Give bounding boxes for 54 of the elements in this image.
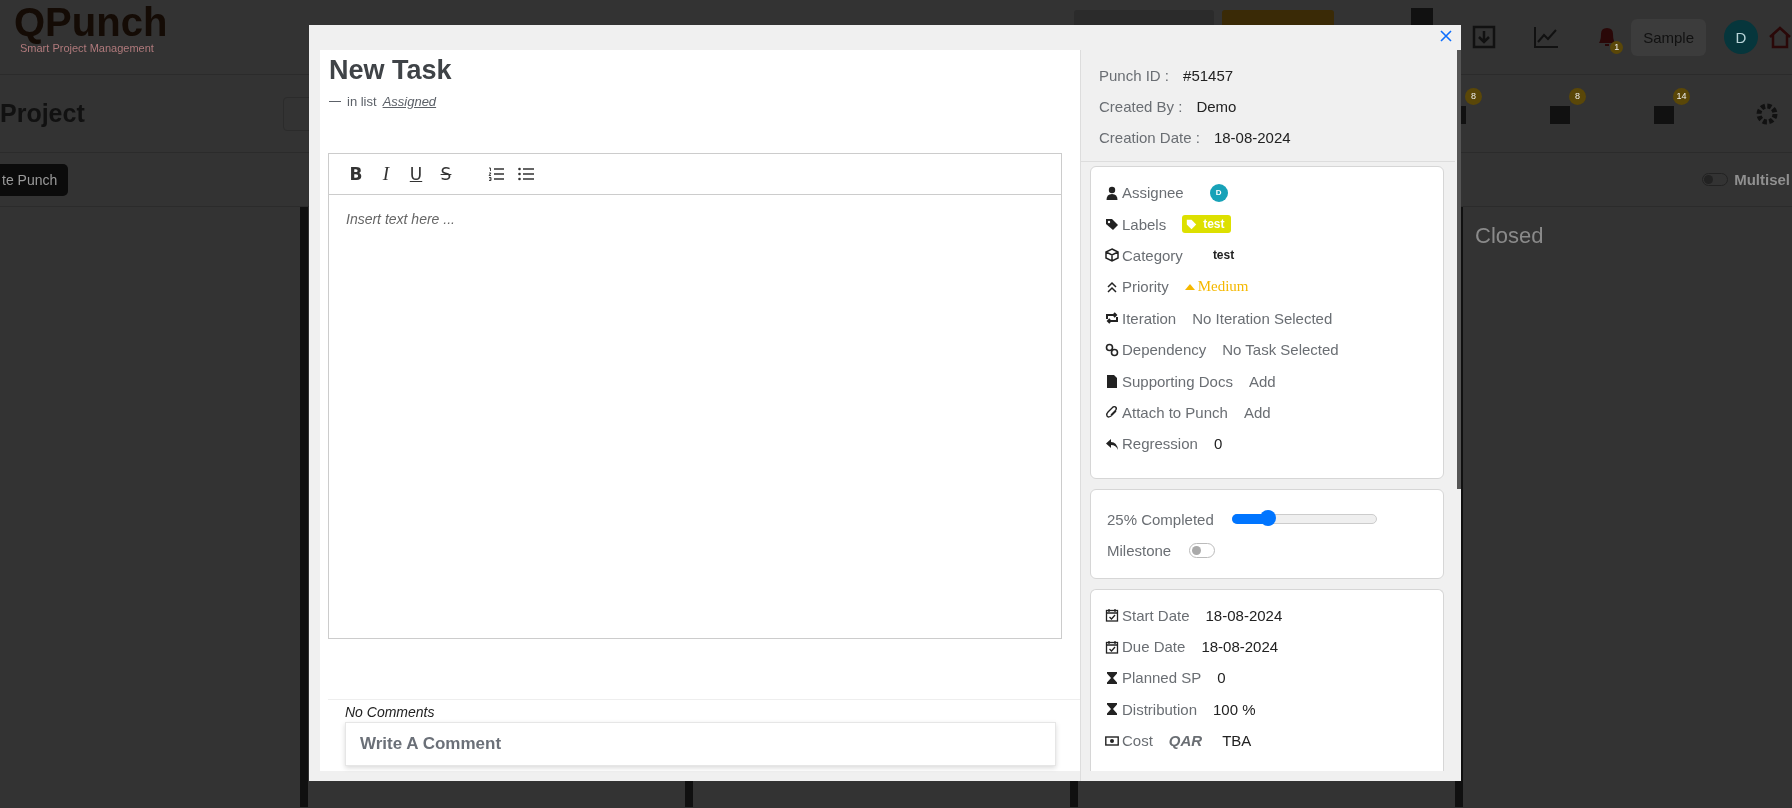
tagline: Smart Project Management [20, 42, 154, 54]
regression-value: 0 [1213, 435, 1223, 453]
rich-text-editor[interactable]: B I U S Insert text here ... [328, 153, 1062, 639]
meta-label: Punch ID : [1099, 67, 1170, 84]
count-badge: 14 [1673, 87, 1690, 105]
create-punch-button[interactable]: te Punch [0, 163, 68, 196]
task-title: New Task [329, 55, 453, 86]
field-value[interactable]: 0 [1217, 669, 1226, 687]
field-value[interactable]: No Task Selected [1222, 341, 1339, 359]
underline-button[interactable]: U [403, 161, 429, 187]
strike-button[interactable]: S [433, 161, 459, 187]
field-value[interactable]: 18-08-2024 [1201, 638, 1279, 656]
field-label: Iteration [1122, 309, 1177, 327]
field-label: Category [1122, 246, 1183, 264]
bold-button[interactable]: B [343, 161, 369, 187]
user-avatar[interactable]: D [1724, 20, 1758, 54]
meta-label: Creation Date : [1099, 129, 1200, 146]
milestone-label: Milestone [1107, 541, 1172, 559]
meta-label: Created By : [1099, 98, 1183, 115]
notification-badge: 1 [1610, 41, 1624, 54]
field-label: Cost [1122, 732, 1153, 750]
field-label: Start Date [1122, 606, 1190, 624]
count-badge: 8 [1465, 87, 1482, 105]
meta-value: #51457 [1183, 67, 1234, 84]
meta-value: Demo [1196, 98, 1237, 115]
tag-text: test [1203, 217, 1225, 232]
field-label: Regression [1122, 435, 1198, 453]
list-link[interactable]: Assigned [382, 94, 437, 109]
field-value[interactable]: 18-08-2024 [1205, 606, 1283, 624]
field-label: Attach to Punch [1122, 403, 1228, 421]
field-label: Due Date [1122, 638, 1186, 656]
add-link[interactable]: Add [1248, 372, 1276, 390]
count-badge: 8 [1569, 87, 1586, 105]
multiselect-label: Multisel [1734, 171, 1790, 188]
add-link[interactable]: Add [1243, 403, 1271, 421]
field-label: Planned SP [1122, 669, 1202, 687]
field-label: Labels [1122, 215, 1167, 233]
field-label: Distribution [1122, 700, 1198, 718]
list-caption: in list [347, 94, 377, 109]
field-label: Priority [1122, 278, 1169, 296]
field-label: Supporting Docs [1122, 372, 1233, 390]
field-value[interactable]: No Iteration Selected [1192, 309, 1333, 327]
column-title: Closed [1474, 222, 1545, 250]
italic-button[interactable]: I [373, 161, 399, 187]
field-label: Dependency [1122, 341, 1207, 359]
currency-label: QAR [1168, 732, 1203, 750]
comment-input[interactable]: Write A Comment [345, 722, 1056, 766]
field-value[interactable]: 100 % [1213, 700, 1256, 718]
no-comments-text: No Comments [345, 704, 436, 720]
category-value[interactable]: test [1212, 248, 1235, 263]
field-label: Assignee [1122, 184, 1184, 202]
field-value[interactable]: TBA [1222, 732, 1252, 750]
progress-label: 25% Completed [1107, 510, 1214, 528]
meta-value: 18-08-2024 [1213, 129, 1291, 146]
